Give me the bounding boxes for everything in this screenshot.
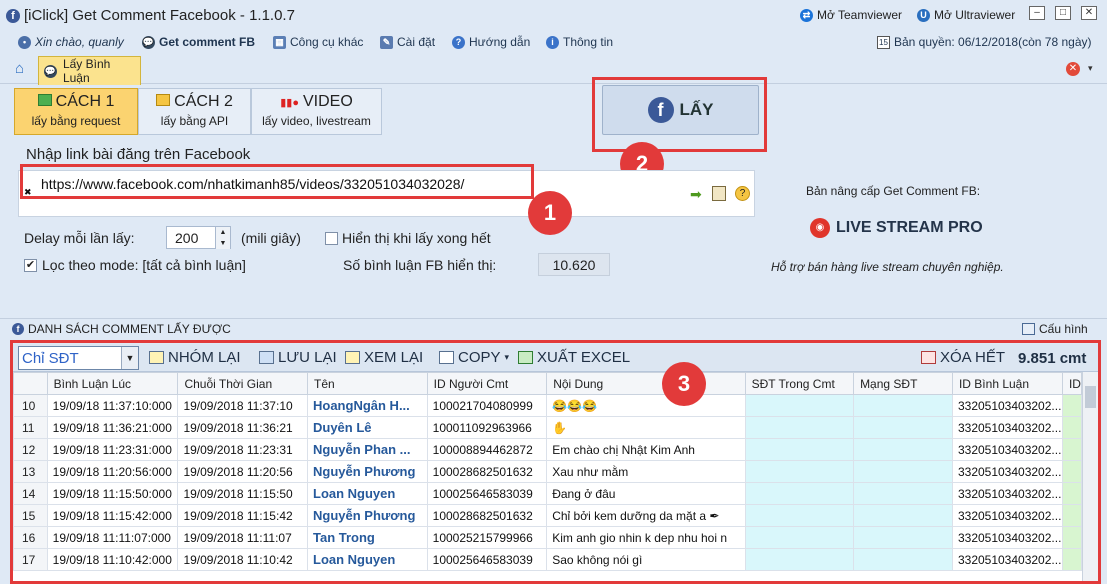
method-1-subtitle: lấy bằng request: [31, 114, 121, 128]
livestream-icon: ◉: [810, 218, 830, 238]
config-icon: [1022, 323, 1035, 335]
menu-other-tools[interactable]: ▦ Công cụ khác: [273, 35, 363, 49]
menu-other-tools-label: Công cụ khác: [290, 35, 364, 49]
request-icon: [37, 94, 52, 106]
paste-icon[interactable]: [712, 186, 726, 201]
method-2-button[interactable]: CÁCH 2 lấy bằng API: [138, 88, 251, 135]
method-1-title: CÁCH 1: [15, 93, 137, 111]
window-title: [iClick] Get Comment Facebook - 1.1.0.7: [24, 7, 295, 24]
promo-tagline: Hỗ trợ bán hàng live stream chuyên nghiệ…: [771, 260, 1004, 274]
ultraviewer-button[interactable]: U Mở Ultraviewer: [917, 8, 1015, 22]
menu-info-label: Thông tin: [563, 35, 614, 49]
delay-label: Delay mỗi lần lấy:: [24, 230, 135, 246]
facebook-icon: f: [647, 97, 674, 123]
livestream-pro-link[interactable]: ◉ LIVE STREAM PRO: [810, 218, 983, 238]
filter-mode-checkbox[interactable]: ✔: [24, 259, 37, 272]
fb-count-value: 10.620: [538, 253, 610, 276]
comment-tab-icon: 💬: [44, 64, 57, 78]
delay-stepper[interactable]: 200 ▲ ▼: [166, 226, 231, 249]
menu-get-comment-label: Get comment FB: [159, 35, 256, 49]
tab-menu-chevron-icon[interactable]: ▾: [1088, 63, 1093, 74]
minimize-button[interactable]: –: [1029, 6, 1045, 20]
get-button[interactable]: f LẤY: [602, 85, 759, 135]
get-button-label: LẤY: [679, 100, 714, 119]
record-icon: ▮▮●: [280, 97, 299, 109]
filter-mode-label: Lọc theo mode: [tất cả bình luận]: [42, 257, 246, 273]
help-bubble-icon[interactable]: ?: [735, 186, 750, 201]
close-button[interactable]: ✕: [1081, 6, 1097, 20]
list-title: f DANH SÁCH COMMENT LẤY ĐƯỢC: [12, 322, 231, 336]
home-icon[interactable]: ⌂: [15, 61, 32, 77]
url-label: Nhập link bài đăng trên Facebook: [26, 146, 251, 163]
license-info: 15 Bản quyền: 06/12/2018(còn 78 ngày): [877, 35, 1091, 49]
method-video-button[interactable]: ▮▮● VIDEO lấy video, livestream: [251, 88, 382, 135]
teamviewer-label: Mở Teamviewer: [817, 8, 903, 22]
tab-get-comments-label: Lấy Bình Luận: [62, 57, 111, 85]
close-tab-icon[interactable]: ✕: [1066, 62, 1080, 76]
method-video-subtitle: lấy video, livestream: [262, 114, 371, 128]
license-label: Bản quyền: 06/12/2018(còn 78 ngày): [894, 35, 1092, 49]
api-icon: [156, 94, 171, 106]
annotation-badge-1: 1: [528, 191, 572, 235]
fb-count-label: Số bình luận FB hiển thị:: [343, 257, 497, 273]
highlight-box-1: [20, 164, 534, 199]
livestream-pro-label: LIVE STREAM PRO: [836, 219, 983, 236]
greeting-label: Xin chào, quanly: [35, 35, 124, 49]
calendar-icon: 15: [877, 35, 890, 49]
menu-help[interactable]: ? Hướng dẫn: [452, 35, 530, 49]
menu-info[interactable]: i Thông tin: [546, 35, 613, 49]
menu-get-comment[interactable]: 💬 Get comment FB: [142, 35, 255, 49]
method-2-subtitle: lấy bằng API: [160, 114, 229, 128]
tab-row: [0, 54, 1107, 84]
delay-up-icon[interactable]: ▲: [215, 227, 230, 238]
method-video-title: ▮▮● VIDEO: [280, 93, 353, 110]
user-greeting[interactable]: • Xin chào, quanly: [18, 35, 124, 49]
help-icon: ?: [452, 35, 465, 49]
teamviewer-button[interactable]: ⇄ Mở Teamviewer: [800, 8, 902, 22]
teamviewer-icon: ⇄: [800, 8, 813, 22]
info-icon: i: [546, 35, 559, 49]
annotation-badge-3: 3: [662, 362, 706, 406]
show-when-done-label: Hiển thị khi lấy xong hết: [342, 230, 491, 246]
go-arrow-icon[interactable]: ➡: [690, 186, 702, 203]
delay-value: 200: [175, 230, 199, 246]
method-2-title: CÁCH 2: [139, 93, 250, 111]
config-label: Cấu hình: [1039, 322, 1088, 336]
facebook-small-icon: f: [12, 323, 24, 335]
upgrade-text: Bản nâng cấp Get Comment FB:: [806, 184, 981, 198]
facebook-app-icon: f: [6, 9, 20, 23]
menu-settings[interactable]: ✎ Cài đặt: [380, 35, 435, 49]
delay-unit: (mili giây): [241, 230, 301, 246]
tab-get-comments[interactable]: 💬 Lấy Bình Luận: [38, 56, 141, 85]
delay-down-icon[interactable]: ▼: [215, 238, 230, 249]
highlight-box-3: [10, 340, 1101, 584]
show-when-done-checkbox[interactable]: [325, 232, 338, 245]
menu-settings-label: Cài đặt: [397, 35, 436, 49]
list-title-label: DANH SÁCH COMMENT LẤY ĐƯỢC: [28, 322, 231, 336]
comment-icon: 💬: [142, 35, 155, 49]
menu-help-label: Hướng dẫn: [469, 35, 531, 49]
tools-icon: ▦: [273, 35, 286, 49]
user-icon: •: [18, 35, 31, 49]
maximize-button[interactable]: □: [1055, 6, 1071, 20]
settings-icon: ✎: [380, 35, 393, 49]
ultraviewer-icon: U: [917, 8, 930, 22]
ultraviewer-label: Mở Ultraviewer: [934, 8, 1016, 22]
config-button[interactable]: Cấu hình: [1022, 322, 1088, 336]
method-1-button[interactable]: CÁCH 1 lấy bằng request: [14, 88, 138, 135]
